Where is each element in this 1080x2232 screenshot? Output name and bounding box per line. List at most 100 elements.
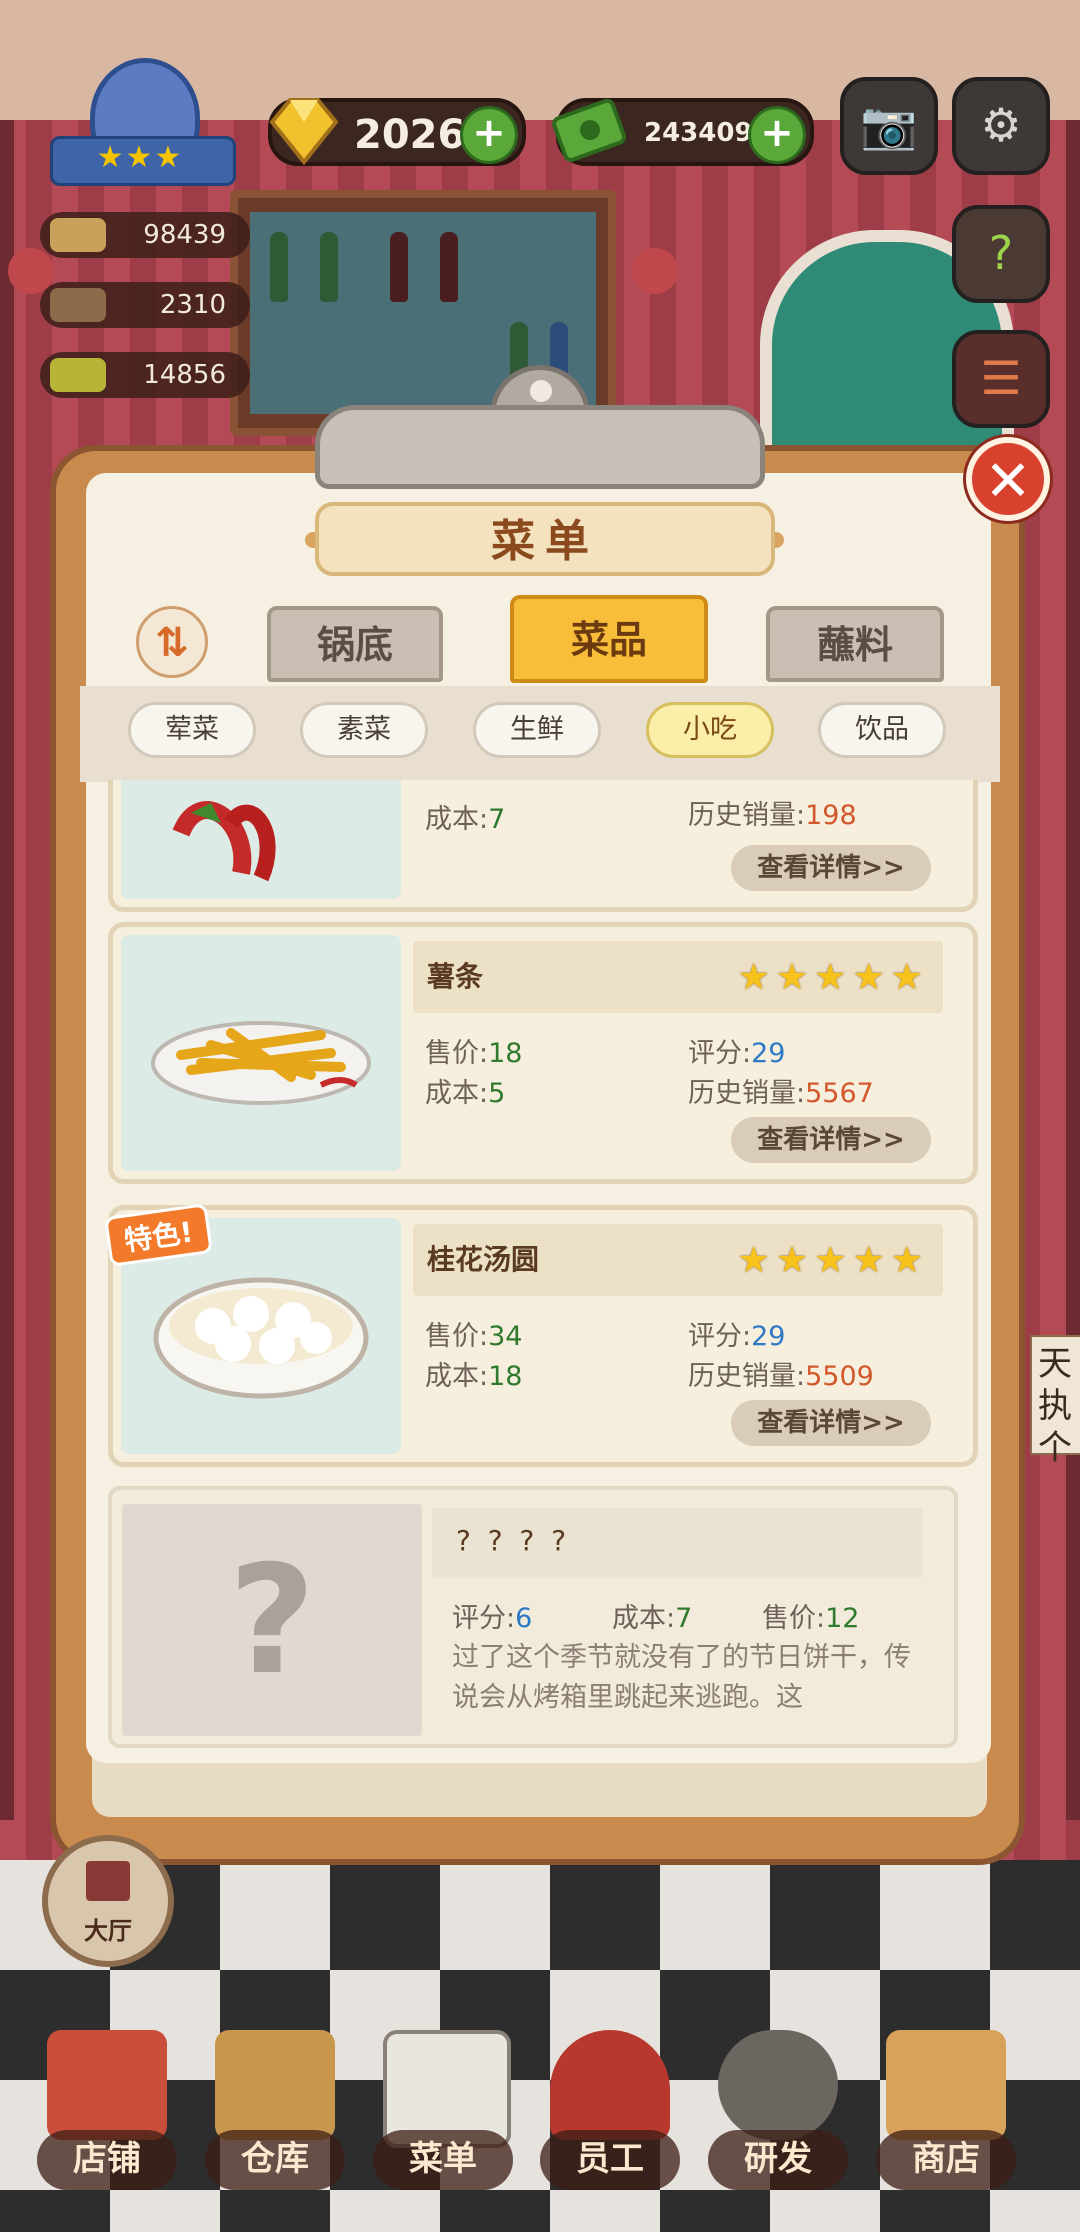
level-badge[interactable]: ★★★: [50, 58, 236, 188]
stat-value: 98439: [143, 220, 226, 250]
nav-menu[interactable]: 菜单: [363, 2020, 523, 2220]
stat-counter-3: 14856: [40, 352, 250, 398]
dish-price: 售价:34: [425, 1321, 523, 1352]
nav-label: 菜单: [373, 2130, 513, 2190]
subtab-snacks[interactable]: 小吃: [646, 702, 774, 758]
dish-image: [121, 935, 401, 1171]
dish-name: 薯条: [427, 960, 484, 993]
menu-title: 菜单: [315, 502, 775, 576]
camera-icon: 📷: [860, 98, 918, 152]
close-icon: ✕: [984, 449, 1032, 514]
dish-card[interactable]: 特色! 桂花汤圆 ★★★★★ 售价:34 成本:18 评分:29 历史销量:55…: [104, 1203, 978, 1467]
dish-card[interactable]: 薯条 ★★★★★ 售价:18 成本:5 评分:29 历史销量:5567 查看详情…: [108, 922, 978, 1184]
question-mark-icon: ?: [228, 1534, 316, 1708]
pillar: [0, 120, 14, 1820]
dish-cover-icon: [50, 288, 106, 322]
dish-name: 桂花汤圆: [427, 1243, 540, 1276]
lamp: [632, 248, 678, 294]
close-button[interactable]: ✕: [966, 437, 1050, 521]
locked-dish-name: ? ? ? ?: [456, 1524, 571, 1557]
gem-icon: [269, 98, 339, 166]
hotpot-icon: [718, 2030, 838, 2140]
dish-rating-stars: ★★★★★: [737, 1240, 929, 1281]
tab-soup-base[interactable]: 锅底: [267, 606, 443, 682]
clipboard-clip: [315, 365, 765, 489]
nav-research[interactable]: 研发: [698, 2020, 858, 2220]
recipe-book-button[interactable]: ☰: [952, 330, 1050, 428]
subtab-drinks[interactable]: 饮品: [818, 702, 946, 758]
crate-icon: [215, 2030, 335, 2140]
dish-rating-stars: ★★★★★: [737, 957, 929, 998]
camera-button[interactable]: 📷: [840, 77, 938, 175]
stat-value: 14856: [143, 360, 226, 390]
bottle: [270, 232, 288, 302]
gear-icon: ⚙: [980, 98, 1022, 152]
bottle: [440, 232, 458, 302]
view-details-button[interactable]: 查看详情>>: [731, 1117, 931, 1163]
locked-dish-card[interactable]: ? ? ? ? ? 评分:6 成本:7 售价:12 过了这个季节就没有了的节日饼…: [108, 1486, 958, 1748]
bottom-nav: 店铺 仓库 菜单 员工 研发 商店: [0, 2020, 1080, 2232]
view-details-button[interactable]: 查看详情>>: [731, 1400, 931, 1446]
gem-counter: 2026 +: [268, 98, 526, 166]
recipe-book-icon: ☰: [980, 351, 1022, 405]
add-cash-button[interactable]: +: [748, 106, 806, 164]
locked-price: 售价:12: [762, 1603, 860, 1634]
nav-label: 研发: [708, 2130, 848, 2190]
shop-stall-icon: [886, 2030, 1006, 2140]
dish-list[interactable]: 成本:7 历史销量:198 查看详情>> 薯条 ★★★★★ 售价:18 成本:5…: [88, 780, 998, 1795]
hall-label: 大厅: [84, 1917, 132, 1945]
help-button[interactable]: ?: [952, 205, 1050, 303]
pillar: [1066, 120, 1080, 1820]
subtab-fresh[interactable]: 生鲜: [473, 702, 601, 758]
dish-name-bar: 桂花汤圆 ★★★★★: [413, 1224, 943, 1296]
locked-description: 过了这个季节就没有了的节日饼干，传说会从烤箱里跳起来逃跑。这: [452, 1642, 911, 1713]
add-gems-button[interactable]: +: [460, 106, 518, 164]
hall-icon: [86, 1861, 130, 1901]
subtab-vegetable[interactable]: 素菜: [300, 702, 428, 758]
sort-button[interactable]: ⇅: [136, 606, 208, 678]
bottle: [320, 232, 338, 302]
hall-button[interactable]: 大厅: [42, 1835, 174, 1967]
dish-cost: 成本:18: [425, 1361, 523, 1392]
dish-sales: 历史销量:5509: [688, 1361, 874, 1392]
stat-value: 2310: [159, 290, 226, 320]
dish-card[interactable]: 成本:7 历史销量:198 查看详情>>: [108, 780, 978, 912]
dish-cost: 成本:5: [425, 1078, 506, 1109]
cash-icon: [552, 98, 627, 162]
nav-label: 店铺: [37, 2130, 177, 2190]
nav-staff[interactable]: 员工: [530, 2020, 690, 2220]
sort-icon: ⇅: [155, 620, 189, 666]
locked-rating: 评分:6: [452, 1603, 533, 1634]
subtab-meat[interactable]: 荤菜: [128, 702, 256, 758]
nav-shop-front[interactable]: 店铺: [27, 2020, 187, 2220]
clip-base: [315, 405, 765, 489]
help-book-icon: ?: [988, 226, 1014, 280]
nav-store[interactable]: 商店: [866, 2020, 1026, 2220]
cash-counter: 24340991 +: [552, 98, 814, 166]
dish-image: [121, 780, 401, 899]
bottle: [390, 232, 408, 302]
gem-count: 2026: [354, 112, 466, 158]
stat-counter-1: 98439: [40, 212, 250, 258]
side-notice: 天执个: [1030, 1335, 1080, 1468]
dish-sales: 历史销量:5567: [688, 1078, 874, 1109]
stat-counter-2: 2310: [40, 282, 250, 328]
tab-dipping-sauce[interactable]: 蘸料: [766, 606, 944, 682]
chili-icon: [172, 801, 276, 882]
tab-dishes[interactable]: 菜品: [510, 595, 708, 683]
stock-icon: [50, 218, 106, 252]
dish-sales: 历史销量:198: [688, 800, 857, 831]
storefront-icon: [47, 2030, 167, 2140]
dish-price: 售价:18: [425, 1038, 523, 1069]
level-stars: ★★★: [96, 140, 184, 175]
nav-warehouse[interactable]: 仓库: [195, 2020, 355, 2220]
nav-label: 商店: [876, 2130, 1016, 2190]
dish-rating: 评分:29: [688, 1038, 786, 1069]
view-details-button[interactable]: 查看详情>>: [731, 845, 931, 891]
locked-cost: 成本:7: [612, 1603, 693, 1634]
dish-rating: 评分:29: [688, 1321, 786, 1352]
french-fries-icon: [151, 1021, 371, 1105]
settings-button[interactable]: ⚙: [952, 77, 1050, 175]
dish-name-bar: 薯条 ★★★★★: [413, 941, 943, 1013]
dish-cost: 成本:7: [425, 804, 506, 835]
